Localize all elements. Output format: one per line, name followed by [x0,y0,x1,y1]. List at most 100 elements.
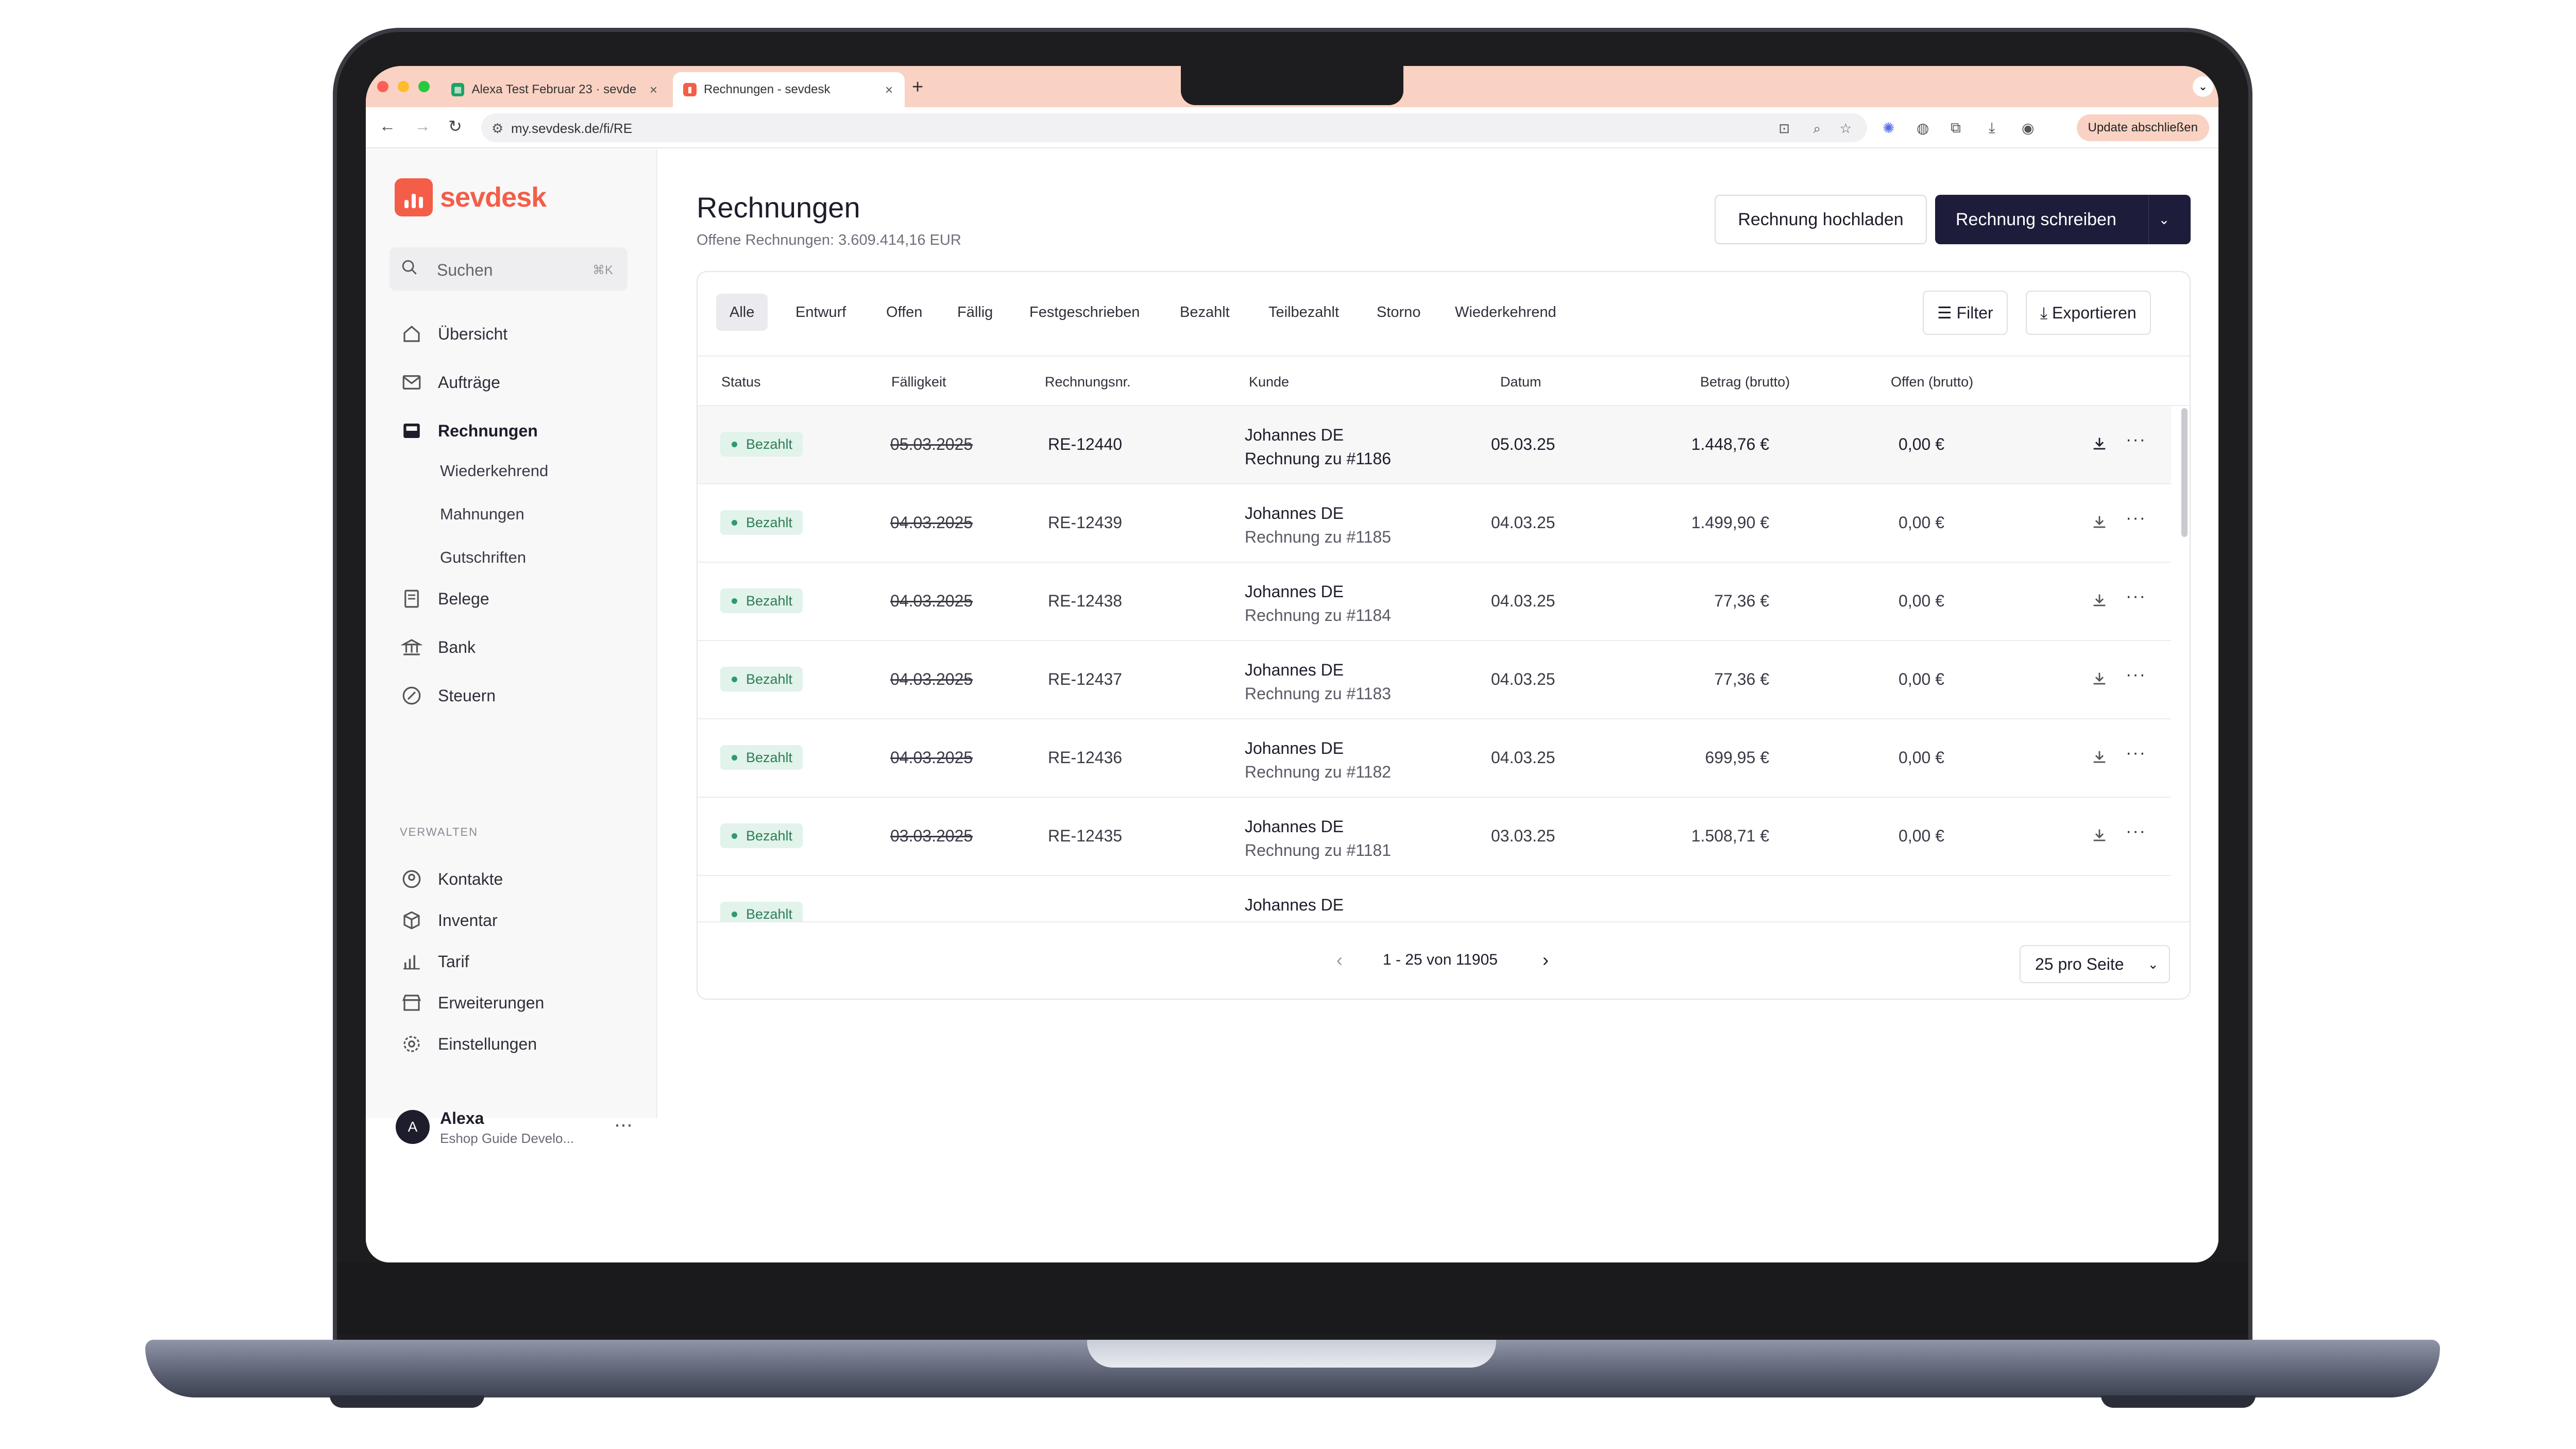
invoice-number[interactable]: RE-12440 [1048,435,1122,454]
new-tab-button[interactable]: + [912,76,923,98]
extension-icon[interactable]: ✺ [1883,120,1894,137]
table-row[interactable]: Bezahlt 04.03.2025 RE-12438 Johannes DE … [698,563,2171,641]
more-options-icon[interactable]: ··· [2126,586,2146,606]
filter-button[interactable]: ☰ Filter [1923,291,2008,335]
sidebar-item-erweiterungen[interactable]: Erweiterungen [389,984,628,1021]
download-icon[interactable]: ⤓ [1989,120,1995,137]
sidebar-item-auftraege[interactable]: Aufträge [389,364,628,401]
close-tab-icon[interactable]: × [885,82,893,98]
zoom-icon[interactable]: ⌕ [1813,121,1821,137]
tab-search-icon[interactable]: ⌄ [2193,76,2213,97]
sevdesk-logo[interactable]: sevdesk [395,178,547,216]
table-row[interactable]: Bezahlt Johannes DE [698,876,2171,921]
export-button[interactable]: ⤓ Exportieren [2026,291,2151,335]
more-options-icon[interactable]: ··· [2126,430,2146,450]
sidebar-item-inventar[interactable]: Inventar [389,902,628,939]
column-header[interactable]: Datum [1500,374,1541,390]
tab-faellig[interactable]: Fällig [944,294,1006,331]
download-icon[interactable] [2091,748,2108,766]
download-icon[interactable] [2091,592,2108,609]
invoice-number[interactable]: RE-12436 [1048,748,1122,767]
download-icon[interactable] [2091,670,2108,687]
more-options-icon[interactable]: ··· [2126,665,2146,685]
more-options-icon[interactable]: ··· [2126,743,2146,763]
extensions-puzzle-icon[interactable]: ⧉ [1951,120,1961,137]
column-header[interactable]: Fälligkeit [891,374,946,390]
download-icon[interactable] [2091,435,2108,452]
table-row[interactable]: Bezahlt 04.03.2025 RE-12437 Johannes DE … [698,641,2171,719]
gross-amount: 1.508,71 € [1691,827,1769,845]
chevron-left-icon[interactable]: ‹ [1336,949,1343,971]
sidebar-item-bank[interactable]: Bank [389,629,628,666]
site-settings-icon[interactable]: ⚙ [492,121,503,137]
browser-tab-rechnungen[interactable]: ▮ Rechnungen - sevdesk × [673,72,905,107]
search-shortcut: ⌘K [592,263,613,277]
table-scrollbar[interactable] [2181,408,2188,537]
tab-title: Rechnungen - sevdesk [704,82,831,96]
column-header[interactable]: Status [721,374,761,390]
tab-offen[interactable]: Offen [873,294,936,331]
reload-icon[interactable]: ↻ [448,116,462,136]
tab-wiederkehrend[interactable]: Wiederkehrend [1442,294,1570,331]
back-arrow-icon[interactable]: ← [379,116,396,136]
more-options-icon[interactable]: ··· [2126,508,2146,528]
bookmark-star-icon[interactable]: ☆ [1840,121,1852,137]
address-bar[interactable]: ⚙ my.sevdesk.de/fi/RE ⊡ ⌕ ☆ [481,113,1867,142]
gross-amount: 699,95 € [1705,748,1769,767]
browser-tab-sheet[interactable]: ▦ Alexa Test Februar 23 · sevde × [441,72,668,107]
open-amount: 0,00 € [1899,748,1944,767]
more-options-icon[interactable]: ⋯ [614,1114,633,1136]
extension-2-icon[interactable]: ◍ [1917,120,1929,137]
column-header[interactable]: Kunde [1249,374,1289,390]
close-window-button[interactable] [377,81,388,92]
upload-invoice-button[interactable]: Rechnung hochladen [1715,195,1927,244]
download-icon[interactable] [2091,827,2108,844]
sidebar-item-label: Tarif [438,952,469,971]
sidebar-item-kontakte[interactable]: Kontakte [389,861,628,898]
sidebar-subitem-wiederkehrend[interactable]: Wiederkehrend [440,462,548,480]
user-menu[interactable]: A Alexa Eshop Guide Develo... ⋯ [396,1104,638,1155]
install-app-icon[interactable]: ⊡ [1778,121,1790,137]
tab-entwurf[interactable]: Entwurf [782,294,859,331]
tab-storno[interactable]: Storno [1363,294,1434,331]
close-tab-icon[interactable]: × [650,82,657,98]
invoice-number[interactable]: RE-12438 [1048,592,1122,611]
profile-icon[interactable]: ◉ [2022,120,2034,137]
invoice-number[interactable]: RE-12437 [1048,670,1122,689]
tab-bezahlt[interactable]: Bezahlt [1166,294,1243,331]
more-options-icon[interactable]: ··· [2126,821,2146,841]
sidebar-subitem-gutschriften[interactable]: Gutschriften [440,548,526,567]
tab-teilbezahlt[interactable]: Teilbezahlt [1255,294,1352,331]
tab-festgeschrieben[interactable]: Festgeschrieben [1016,294,1153,331]
zoom-window-button[interactable] [418,81,430,92]
sidebar-item-rechnungen[interactable]: Rechnungen [389,412,628,449]
table-row[interactable]: Bezahlt 04.03.2025 RE-12436 Johannes DE … [698,719,2171,798]
tab-alle[interactable]: Alle [716,294,768,331]
table-row[interactable]: Bezahlt 03.03.2025 RE-12435 Johannes DE … [698,798,2171,876]
sidebar-item-steuern[interactable]: Steuern [389,677,628,714]
sidebar-item-uebersicht[interactable]: Übersicht [389,315,628,352]
column-header[interactable]: Offen (brutto) [1891,374,1973,390]
minimize-window-button[interactable] [398,81,409,92]
column-header[interactable]: Rechnungsnr. [1045,374,1131,390]
chevron-right-icon[interactable]: › [1543,949,1549,971]
forward-arrow-icon[interactable]: → [414,116,431,136]
sidebar-item-einstellungen[interactable]: Einstellungen [389,1025,628,1063]
write-invoice-button[interactable]: Rechnung schreiben ⌄ [1935,195,2191,244]
search-input[interactable]: Suchen ⌘K [389,247,628,291]
sidebar-item-belege[interactable]: Belege [389,580,628,617]
update-button[interactable]: Update abschließen [2076,114,2209,141]
download-icon[interactable] [2091,513,2108,531]
sidebar-item-tarif[interactable]: Tarif [389,943,628,980]
invoice-number[interactable]: RE-12439 [1048,513,1122,532]
chevron-down-icon[interactable]: ⌄ [2148,195,2179,244]
column-header[interactable]: Betrag (brutto) [1700,374,1790,390]
table-row[interactable]: Bezahlt 05.03.2025 RE-12440 Johannes DE … [698,406,2171,484]
page-size-select[interactable]: 25 pro Seite ⌄ [2020,945,2170,983]
table-row[interactable]: Bezahlt 04.03.2025 RE-12439 Johannes DE … [698,484,2171,563]
invoice-date: 04.03.25 [1491,748,1555,767]
customer-name: Johannes DE [1245,504,1344,523]
sidebar-subitem-mahnungen[interactable]: Mahnungen [440,505,524,524]
invoice-number[interactable]: RE-12435 [1048,827,1122,846]
invoice-date: 04.03.25 [1491,670,1555,688]
